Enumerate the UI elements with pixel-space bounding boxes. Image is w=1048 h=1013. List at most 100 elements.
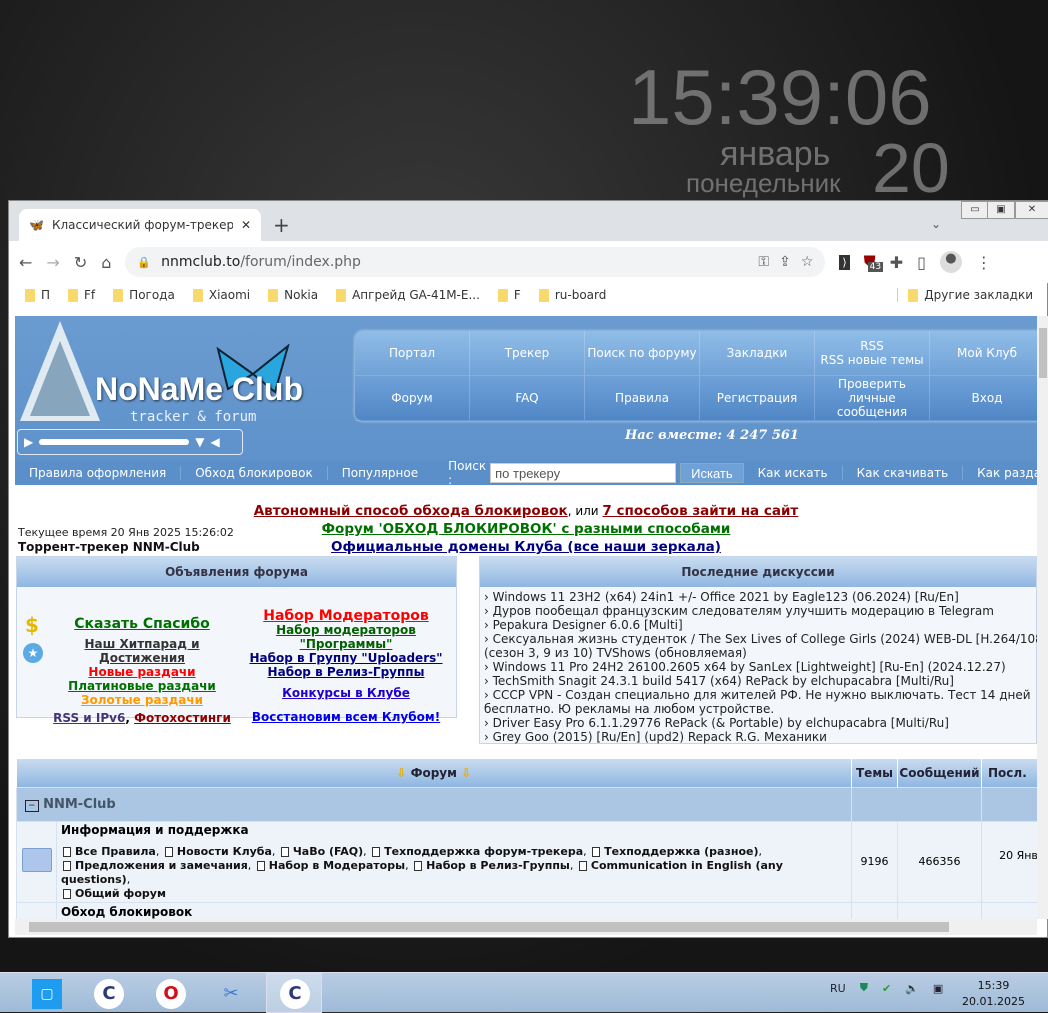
- puzzle-icon[interactable]: ✚: [890, 253, 903, 272]
- menu-bookmarks[interactable]: Закладки: [700, 331, 815, 376]
- nav-popular[interactable]: Популярное: [328, 466, 432, 480]
- new-releases-link[interactable]: Новые раздачи: [47, 665, 237, 679]
- volume-icon[interactable]: 🔈: [905, 982, 919, 995]
- uploaders-link[interactable]: Набор в Группу "Uploaders": [237, 651, 455, 665]
- language-indicator[interactable]: RU: [830, 982, 846, 995]
- forum-title[interactable]: Информация и поддержка: [61, 823, 847, 837]
- minimize-button[interactable]: ▭: [961, 201, 989, 219]
- menu-rss[interactable]: RSS RSS новые темы: [815, 331, 930, 376]
- usb-icon[interactable]: ✔: [882, 982, 891, 995]
- contests-link[interactable]: Конкурсы в Клубе: [237, 686, 455, 700]
- collapse-icon[interactable]: −: [25, 799, 39, 812]
- bookmark[interactable]: Ff: [68, 288, 95, 302]
- extension-icon[interactable]: ⟩: [839, 254, 850, 270]
- shield-icon[interactable]: ⛊: [860, 981, 868, 995]
- bookmark[interactable]: Апгрейд GA-41M-E...: [336, 288, 480, 302]
- discussion-item[interactable]: › Windows 11 23H2 (x64) 24in1 +/- Office…: [484, 590, 1032, 604]
- forum-title[interactable]: Обход блокировок: [56, 901, 852, 919]
- star-icon[interactable]: ☆: [801, 254, 814, 270]
- menu-forum[interactable]: Форум: [355, 376, 470, 421]
- reload-icon[interactable]: ↻: [74, 253, 87, 272]
- subforum-link[interactable]: Общий форум: [75, 887, 166, 900]
- hitparade-link[interactable]: Наш Хитпарад и Достижения: [47, 637, 237, 665]
- last-post-author[interactable]: Ea: [982, 862, 1037, 875]
- back-icon[interactable]: ←: [19, 253, 32, 272]
- bookmark[interactable]: Nokia: [268, 288, 318, 302]
- subforum-link[interactable]: Все Правила: [75, 845, 156, 858]
- network-icon[interactable]: ▣: [933, 982, 943, 995]
- key-icon[interactable]: ⚿: [758, 254, 769, 270]
- official-domains-link[interactable]: Официальные домены Клуба (все наши зерка…: [331, 539, 721, 555]
- nav-bypass[interactable]: Обход блокировок: [181, 466, 328, 480]
- nav-how-download[interactable]: Как скачивать: [843, 466, 964, 480]
- search-button[interactable]: Искать: [680, 463, 744, 483]
- new-tab-button[interactable]: +: [273, 213, 290, 237]
- browser-c-icon[interactable]: C: [94, 979, 124, 1009]
- home-icon[interactable]: ⌂: [101, 253, 111, 272]
- other-bookmarks[interactable]: Другие закладки: [897, 288, 1033, 302]
- browser-c-icon[interactable]: C: [280, 979, 310, 1009]
- play-icon[interactable]: ▶: [24, 435, 33, 449]
- volume-slider[interactable]: [39, 439, 190, 445]
- horizontal-scrollbar[interactable]: [15, 919, 1037, 935]
- subforum-link[interactable]: Техподдержка форум-трекера: [384, 845, 583, 858]
- menu-faq[interactable]: FAQ: [470, 376, 585, 421]
- forward-icon[interactable]: →: [46, 253, 59, 272]
- snipping-tool-icon[interactable]: ✂: [216, 979, 246, 1009]
- nav-how-search[interactable]: Как искать: [744, 466, 843, 480]
- restore-link[interactable]: Восстановим всем Клубом!: [237, 710, 455, 724]
- bookmark[interactable]: Погода: [113, 288, 175, 302]
- release-groups-link[interactable]: Набор в Релиз-Группы: [237, 665, 455, 679]
- subforum-link[interactable]: Набор в Релиз-Группы: [426, 859, 570, 872]
- tab-search-chevron-icon[interactable]: ⌄: [931, 217, 941, 231]
- menu-portal[interactable]: Портал: [355, 331, 470, 376]
- address-bar[interactable]: 🔒 nnmclub.to/forum/index.php ⚿ ⇪ ☆: [125, 247, 826, 277]
- photohosting-link[interactable]: Фотохостинги: [134, 711, 231, 725]
- menu-my-club[interactable]: Мой Клуб: [930, 331, 1037, 376]
- discussion-item[interactable]: › Driver Easy Pro 6.1.1.29776 RePack (& …: [484, 716, 1032, 730]
- subforum-link[interactable]: Техподдержка (разное): [604, 845, 758, 858]
- category-nnm-club[interactable]: − NNM-Club: [16, 786, 852, 822]
- bookmark[interactable]: F: [497, 288, 521, 302]
- menu-pm[interactable]: Проверить личные сообщения: [815, 376, 930, 421]
- bypass-forum-link[interactable]: Форум 'ОБХОД БЛОКИРОВОК' с разными спосо…: [322, 521, 731, 537]
- subforum-link[interactable]: Предложения и замечания: [75, 859, 248, 872]
- dropdown-icon[interactable]: ▼: [195, 435, 204, 449]
- nav-rules[interactable]: Правила оформления: [15, 466, 182, 480]
- ublock-extension-icon[interactable]: ⛊43: [864, 252, 884, 272]
- menu-forum-search[interactable]: Поиск по форуму: [585, 331, 700, 376]
- tv-app-icon[interactable]: ▢: [32, 979, 62, 1009]
- bookmark[interactable]: П: [25, 288, 50, 302]
- vertical-scrollbar[interactable]: [1037, 316, 1048, 919]
- rss-ipv6-link[interactable]: RSS и IPv6: [53, 711, 125, 725]
- taskbar-clock[interactable]: 15:39 20.01.2025: [962, 978, 1025, 1010]
- subforum-link[interactable]: Новости Клуба: [177, 845, 272, 858]
- tab-active[interactable]: 🦋 Классический форум-трекер :: N ✕: [19, 209, 261, 241]
- maximize-button[interactable]: ▣: [987, 201, 1015, 219]
- sidepanel-icon[interactable]: ▯: [917, 253, 926, 272]
- opera-icon[interactable]: O: [156, 979, 186, 1009]
- close-window-button[interactable]: ✕: [1015, 201, 1048, 219]
- share-icon[interactable]: ⇪: [779, 254, 791, 270]
- gold-link[interactable]: Золотые раздачи: [47, 693, 237, 707]
- discussion-item[interactable]: › CCCP VPN - Создан специально для жител…: [484, 688, 1037, 716]
- autonomous-bypass-link[interactable]: Автономный способ обхода блокировок: [254, 503, 568, 519]
- discussion-item[interactable]: › Pepakura Designer 6.0.6 [Multi]: [484, 618, 1032, 632]
- avatar[interactable]: ●: [939, 251, 962, 273]
- menu-login[interactable]: Вход: [930, 376, 1037, 421]
- discussion-item[interactable]: › Сексуальная жизнь студенток / The Sex …: [484, 632, 1037, 660]
- menu-tracker[interactable]: Трекер: [470, 331, 585, 376]
- discussion-item[interactable]: › Grey Goo (2015) [Ru/En] (upd2) Repack …: [484, 730, 1032, 744]
- nav-how-seed[interactable]: Как раздавать: [963, 466, 1037, 480]
- site-logo[interactable]: NoNaMe Club: [95, 371, 303, 408]
- say-thanks-link[interactable]: Сказать Спасибо: [47, 617, 237, 631]
- platinum-link[interactable]: Платиновые раздачи: [47, 679, 237, 693]
- speaker-icon[interactable]: ◀: [210, 435, 219, 449]
- close-tab-icon[interactable]: ✕: [241, 218, 251, 232]
- bookmark[interactable]: ru-board: [538, 288, 606, 302]
- menu-register[interactable]: Регистрация: [700, 376, 815, 421]
- seven-ways-link[interactable]: 7 способов зайти на сайт: [602, 503, 798, 519]
- moderators-recruit-link[interactable]: Набор Модераторов: [237, 609, 455, 623]
- discussion-item[interactable]: › Дуров пообещал французским следователя…: [484, 604, 1032, 618]
- discussion-item[interactable]: › Windows 11 Pro 24H2 26100.2605 x64 by …: [484, 660, 1032, 674]
